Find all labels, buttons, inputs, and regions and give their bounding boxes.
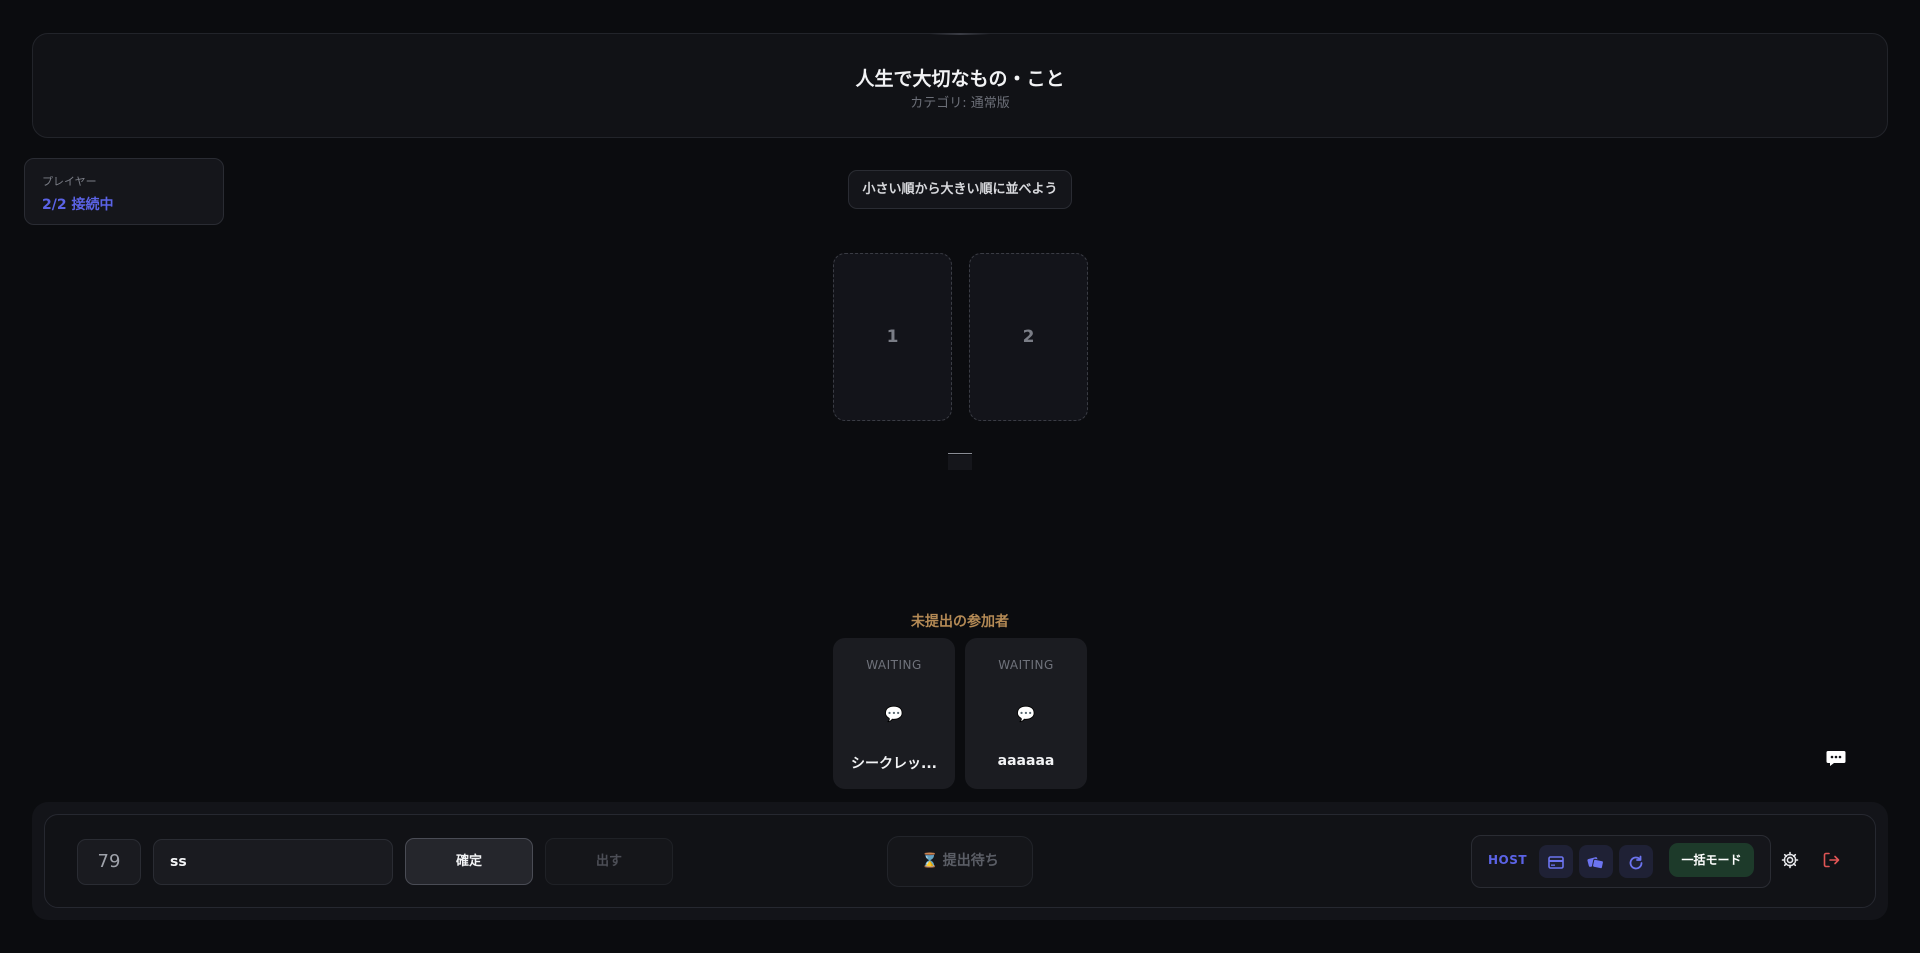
hourglass-icon: ⌛ (921, 853, 939, 869)
waiting-status-button: ⌛ 提出待ち (887, 836, 1033, 887)
participant-card: WAITING 💬 aaaaaa (965, 638, 1087, 789)
player-connection-status: 2/2 接続中 (42, 197, 114, 213)
host-label: HOST (1488, 853, 1528, 867)
logout-icon[interactable] (1821, 851, 1841, 871)
pending-heading: 未提出の参加者 (911, 614, 1009, 630)
chat-icon[interactable] (1824, 750, 1848, 772)
gear-icon[interactable] (1780, 851, 1800, 871)
participant-card: WAITING 💬 シークレッ... (833, 638, 955, 789)
participant-name: aaaaaa (997, 753, 1055, 769)
answer-input[interactable] (153, 839, 393, 885)
speech-bubble-icon: 💬 (884, 705, 904, 723)
batch-mode-button[interactable]: 一括モード (1669, 843, 1754, 877)
participant-state: WAITING (998, 658, 1054, 672)
topic-panel: 人生で大切なもの・こと カテゴリ: 通常版 (32, 33, 1888, 138)
refresh-icon[interactable] (1619, 845, 1653, 878)
cards-icon[interactable] (1579, 845, 1613, 878)
card-icon[interactable] (1539, 845, 1573, 878)
participant-state: WAITING (866, 658, 922, 672)
card-slot-2[interactable]: 2 (969, 253, 1088, 421)
divider-line (948, 453, 972, 454)
topic-category: カテゴリ: 通常版 (910, 96, 1010, 111)
instruction-badge: 小さい順から大きい順に並べよう (848, 170, 1072, 209)
topic-title: 人生で大切なもの・こと (855, 68, 1065, 90)
waiting-label: 提出待ち (942, 853, 999, 869)
submit-button[interactable]: 出す (545, 838, 673, 885)
speech-bubble-icon: 💬 (1016, 705, 1036, 723)
player-label: プレイヤー (42, 175, 97, 188)
panel-notch (930, 33, 990, 35)
placeholder-box (948, 455, 972, 470)
card-number: 79 (77, 839, 141, 885)
player-status-box: プレイヤー 2/2 接続中 (24, 158, 224, 225)
confirm-button[interactable]: 確定 (405, 838, 533, 885)
participant-name: シークレッ... (851, 756, 937, 772)
card-slot-1[interactable]: 1 (833, 253, 952, 421)
